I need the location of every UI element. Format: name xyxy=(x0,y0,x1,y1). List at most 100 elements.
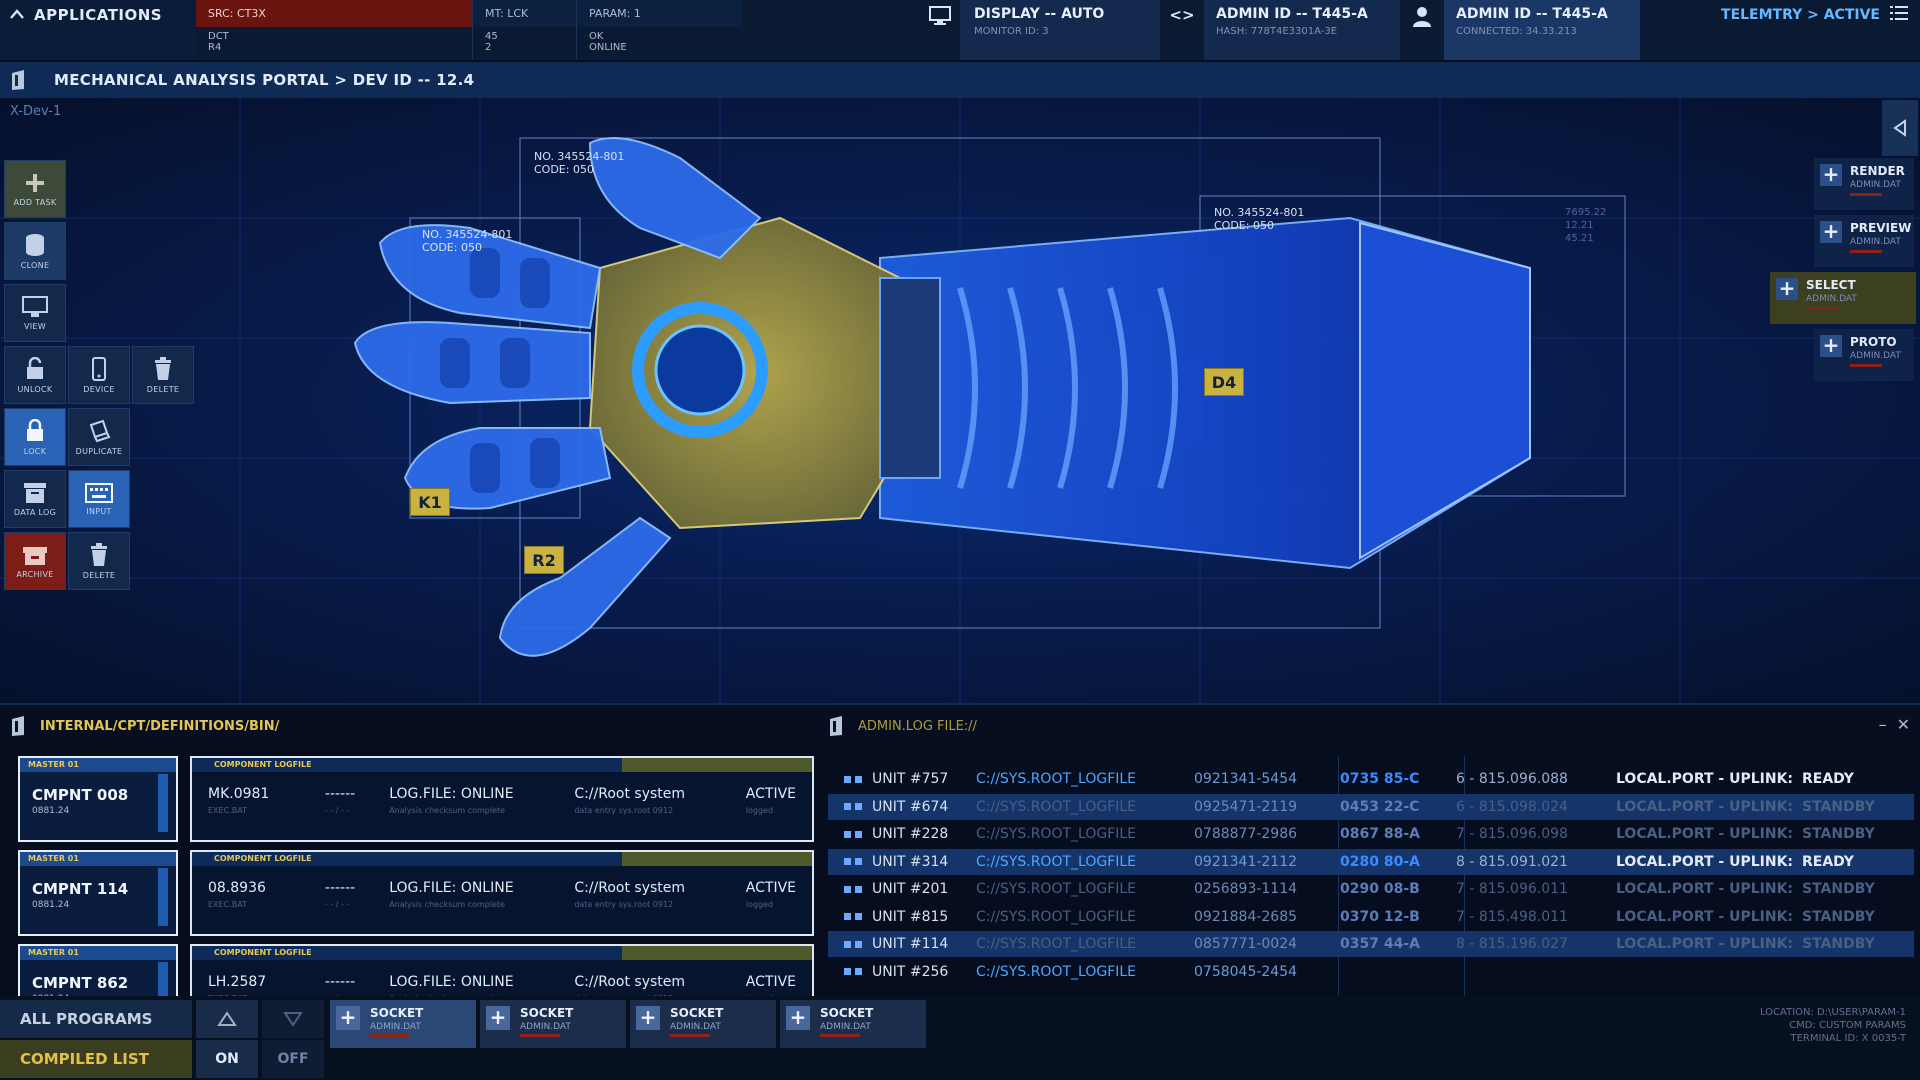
archive-icon xyxy=(23,546,47,565)
display-mode[interactable]: DISPLAY -- AUTO MONITOR ID: 3 xyxy=(960,0,1160,60)
socket-button-1[interactable]: + SOCKET ADMIN.DAT xyxy=(330,1000,476,1048)
select-button[interactable]: + SELECT ADMIN.DAT xyxy=(1770,272,1916,324)
scroll-up-button[interactable] xyxy=(196,1000,258,1038)
unit-row[interactable]: UNIT #314 C://SYS.ROOT_LOGFILE 0921341-211… xyxy=(828,848,1914,875)
top-bar: APPLICATIONS SRC: CT3X DCT R4 MT: LCK 45 2… xyxy=(0,0,1920,60)
component-id: LH.2587 xyxy=(208,974,267,990)
duplicate-tool[interactable]: DUPLICATE xyxy=(68,408,130,466)
row-indicator-icon xyxy=(828,940,872,948)
collapse-panel-button[interactable] xyxy=(1882,100,1918,156)
clone-tool[interactable]: CLONE xyxy=(4,222,66,280)
scroll-down-button[interactable] xyxy=(262,1000,324,1038)
user-icon[interactable] xyxy=(1400,0,1444,60)
unit-port: LOCAL.PORT - UPLINK: xyxy=(1616,908,1794,925)
tool-label: DATA LOG xyxy=(13,507,57,517)
unit-hash: 0925471-2119 xyxy=(1194,798,1298,815)
tool-label: UNLOCK xyxy=(17,384,53,394)
component-master-card[interactable]: MASTER 01 CMPNT 008 0881.24 xyxy=(18,756,178,842)
unit-path[interactable]: C://SYS.ROOT_LOGFILE xyxy=(976,936,1194,952)
menu-icon[interactable] xyxy=(1890,0,1920,60)
tag-k1[interactable]: K1 xyxy=(410,488,450,516)
preview-button[interactable]: + PREVIEW ADMIN.DAT xyxy=(1814,215,1914,267)
off-toggle[interactable]: OFF xyxy=(262,1040,324,1078)
component-master-card[interactable]: MASTER 01CMPNT 8620881.24 xyxy=(18,944,178,996)
input-tool[interactable]: INPUT xyxy=(68,470,130,528)
unit-path[interactable]: C://SYS.ROOT_LOGFILE xyxy=(976,854,1194,870)
applications-menu[interactable]: APPLICATIONS xyxy=(0,0,196,60)
on-toggle[interactable]: ON xyxy=(196,1040,258,1078)
component-logfile[interactable]: COMPONENT LOGFILELH.2587EXEC.BAT------- … xyxy=(190,944,814,996)
alert-bar xyxy=(370,1034,410,1037)
proto-button[interactable]: + PROTO ADMIN.DAT xyxy=(1814,329,1914,381)
duplicate-icon xyxy=(89,419,111,442)
render-button[interactable]: + RENDER ADMIN.DAT xyxy=(1814,158,1914,210)
minimize-icon[interactable]: – xyxy=(1879,715,1887,734)
component-master-card[interactable]: MASTER 01 CMPNT 114 0881.24 xyxy=(18,850,178,936)
terminal-id-text: TERMINAL ID: X 0035-T xyxy=(1790,1033,1907,1044)
component-logfile[interactable]: COMPONENT LOGFILE 08.8936 EXEC.BAT ------ - … xyxy=(190,850,814,936)
unit-row[interactable]: UNIT #815 C://SYS.ROOT_LOGFILE 0921884-268… xyxy=(828,904,1914,930)
unit-path[interactable]: C://SYS.ROOT_LOGFILE xyxy=(976,799,1194,815)
folder-icon xyxy=(12,716,24,736)
unit-status: STANDBY xyxy=(1802,908,1875,925)
component-logfile[interactable]: COMPONENT LOGFILE MK.0981 EXEC.BAT ------ - … xyxy=(190,756,814,842)
root-system: C://Root system xyxy=(574,880,686,896)
all-programs-button[interactable]: ALL PROGRAMS xyxy=(0,1000,192,1038)
component-row[interactable]: MASTER 01 CMPNT 114 0881.24 COMPONENT LOGFI… xyxy=(14,850,814,938)
unit-path[interactable]: C://SYS.ROOT_LOGFILE xyxy=(976,909,1194,925)
unit-row[interactable]: UNIT #228 C://SYS.ROOT_LOGFILE 0788877-298… xyxy=(828,821,1914,847)
triangle-left-icon xyxy=(1893,119,1906,137)
unit-id: UNIT #757 xyxy=(872,771,949,787)
unit-row[interactable]: UNIT #757 C://SYS.ROOT_LOGFILE 0921341-545… xyxy=(828,766,1914,792)
unit-row[interactable]: UNIT #256 C://SYS.ROOT_LOGFILE 0758045-245… xyxy=(828,959,1914,985)
delete-tool-bottom[interactable]: DELETE xyxy=(68,532,130,590)
callout-right: NO. 345524-801 CODE: 050 xyxy=(1214,206,1304,232)
unit-id: UNIT #201 xyxy=(872,881,949,897)
master-label: MASTER 01 xyxy=(20,852,176,866)
socket-button-4[interactable]: + SOCKET ADMIN.DAT xyxy=(780,1000,926,1048)
unit-row[interactable]: UNIT #201 C://SYS.ROOT_LOGFILE 0256893-111… xyxy=(828,876,1914,902)
socket-label: SOCKET xyxy=(520,1006,574,1020)
admin-id-connected[interactable]: ADMIN ID -- T445-A CONNECTED: 34.33.213 xyxy=(1444,0,1640,60)
unit-path[interactable]: C://SYS.ROOT_LOGFILE xyxy=(976,881,1194,897)
root-system: C://Root system xyxy=(574,786,686,802)
lock-tool[interactable]: LOCK xyxy=(4,408,66,466)
unit-port: LOCAL.PORT - UPLINK: xyxy=(1616,936,1794,952)
socket-button-3[interactable]: + SOCKET ADMIN.DAT xyxy=(630,1000,776,1048)
view-tool[interactable]: VIEW xyxy=(4,284,66,342)
tag-d4[interactable]: D4 xyxy=(1204,368,1244,396)
unit-path[interactable]: C://SYS.ROOT_LOGFILE xyxy=(976,826,1194,842)
delete-tool-top[interactable]: DELETE xyxy=(132,346,194,404)
unit-row[interactable]: UNIT #674 C://SYS.ROOT_LOGFILE 0925471-211… xyxy=(828,793,1914,820)
unlock-tool[interactable]: UNLOCK xyxy=(4,346,66,404)
unit-code: 0280 80-A xyxy=(1340,853,1420,870)
add-task-tool[interactable]: ADD TASK xyxy=(4,160,66,218)
model-viewport[interactable]: X-Dev-1 NO. 345524-801 CODE: 050 NO. 345… xyxy=(0,98,1920,703)
socket-button-2[interactable]: + SOCKET ADMIN.DAT xyxy=(480,1000,626,1048)
unit-path[interactable]: C://SYS.ROOT_LOGFILE xyxy=(976,771,1194,787)
close-icon[interactable]: ✕ xyxy=(1897,715,1910,734)
code-icon[interactable]: <> xyxy=(1160,0,1204,60)
unit-path[interactable]: C://SYS.ROOT_LOGFILE xyxy=(976,964,1194,980)
viewport-label: X-Dev-1 xyxy=(10,104,62,119)
monitor-icon[interactable] xyxy=(920,0,960,60)
component-row[interactable]: MASTER 01CMPNT 8620881.24COMPONENT LOGFI… xyxy=(14,944,814,996)
tag-r2[interactable]: R2 xyxy=(524,546,564,574)
telemetry-status[interactable]: TELEMTRY > ACTIVE xyxy=(1700,0,1880,60)
render-label: RENDER xyxy=(1850,164,1905,178)
component-row[interactable]: MASTER 01 CMPNT 008 0881.24 COMPONENT LOGFI… xyxy=(14,756,814,844)
unit-coordinate: 7 - 815.096.011 xyxy=(1456,881,1568,897)
breadcrumb: MECHANICAL ANALYSIS PORTAL > DEV ID -- 1… xyxy=(0,62,1920,98)
logfile-header: COMPONENT LOGFILE xyxy=(192,758,622,772)
triangle-down-icon xyxy=(283,1012,303,1027)
admin-id-hash[interactable]: ADMIN ID -- T445-A HASH: 778T4E3301A-3E xyxy=(1204,0,1400,60)
component-code: 0881.24 xyxy=(32,900,70,910)
unit-row[interactable]: UNIT #114 C://SYS.ROOT_LOGFILE 0857771-002… xyxy=(828,931,1914,957)
row-indicator-icon xyxy=(828,885,872,893)
log-status: LOG.FILE: ONLINE xyxy=(389,786,514,802)
archive-tool[interactable]: ARCHIVE xyxy=(4,532,66,590)
unit-coordinate: 6 - 815.096.088 xyxy=(1456,771,1568,787)
compiled-list-button[interactable]: COMPILED LIST xyxy=(0,1040,192,1078)
data-log-tool[interactable]: DATA LOG xyxy=(4,470,66,528)
device-tool[interactable]: DEVICE xyxy=(68,346,130,404)
